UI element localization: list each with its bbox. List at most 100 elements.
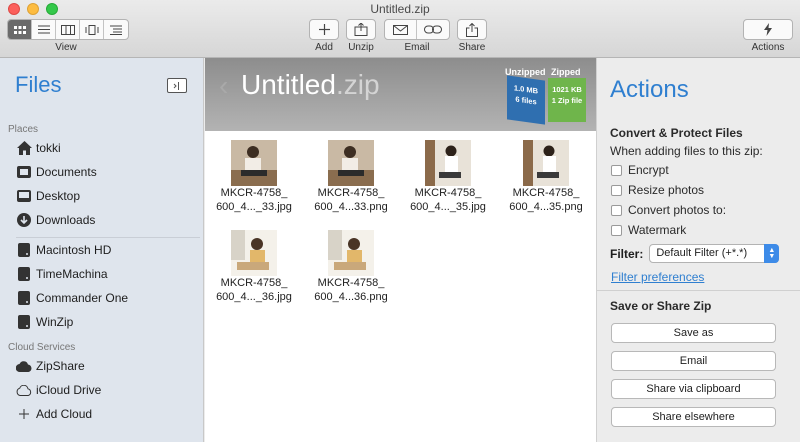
convert-photos-checkbox[interactable]: Convert photos to: bbox=[611, 203, 726, 217]
columns-icon bbox=[60, 24, 75, 35]
file-name-line1: MKCR-4758_ bbox=[220, 187, 288, 199]
file-name-line1: MKCR-4758_ bbox=[317, 277, 385, 289]
actions-panel: Actions Convert & Protect Files When add… bbox=[596, 58, 800, 442]
view-detail-button[interactable] bbox=[104, 20, 128, 39]
convert-protect-header: Convert & Protect Files bbox=[610, 126, 743, 140]
sidebar-item-label: Macintosh HD bbox=[36, 243, 112, 257]
checkbox-label: Resize photos bbox=[628, 183, 705, 197]
checkbox-box[interactable] bbox=[611, 164, 622, 176]
lightning-icon bbox=[764, 23, 772, 36]
downloads-icon bbox=[16, 212, 32, 228]
file-item[interactable]: MKCR-4758_ 600_4...35.png bbox=[501, 140, 591, 214]
sidebar-divider bbox=[16, 237, 200, 238]
view-columns-button[interactable] bbox=[56, 20, 80, 39]
watermark-checkbox[interactable]: Watermark bbox=[611, 223, 686, 237]
email-button[interactable] bbox=[385, 20, 418, 39]
grid-icon bbox=[13, 25, 26, 34]
places-header: Places bbox=[8, 124, 39, 135]
sidebar-item-add-cloud[interactable]: Add Cloud bbox=[16, 403, 92, 425]
save-as-button[interactable]: Save as bbox=[611, 323, 776, 343]
zip-title: Untitled.zip bbox=[241, 69, 380, 101]
sidebar-item-label: Documents bbox=[36, 165, 97, 179]
sidebar-item-downloads[interactable]: Downloads bbox=[16, 209, 95, 231]
filter-row: Filter: Default Filter (+*.*) ▲ ▼ bbox=[610, 244, 780, 263]
window-title: Untitled.zip bbox=[370, 2, 430, 16]
filter-label: Filter: bbox=[610, 246, 644, 261]
photo-thumbnail bbox=[328, 230, 374, 276]
resize-photos-checkbox[interactable]: Resize photos bbox=[611, 183, 704, 197]
convert-protect-subtitle: When adding files to this zip: bbox=[610, 144, 763, 158]
file-name-line1: MKCR-4758_ bbox=[220, 277, 288, 289]
actions-divider bbox=[597, 290, 800, 291]
sidebar-item-icloud-drive[interactable]: iCloud Drive bbox=[16, 379, 101, 401]
share-icon bbox=[466, 22, 478, 37]
sidebar-item-label: Downloads bbox=[36, 213, 96, 227]
view-coverflow-button[interactable] bbox=[80, 20, 104, 39]
zipped-count: 1 Zip file bbox=[551, 96, 583, 105]
home-icon bbox=[16, 140, 32, 156]
checkbox-label: Encrypt bbox=[628, 163, 669, 177]
file-name-line2: 600_4..._33.jpg bbox=[216, 201, 292, 213]
photo-thumbnail bbox=[425, 140, 471, 186]
app-window: Untitled.zip View Add Unzip Email Share … bbox=[0, 0, 800, 442]
coverflow-icon bbox=[85, 24, 98, 35]
zipped-size-badge: 1021 KB 1 Zip file bbox=[548, 78, 586, 122]
sidebar-item-label: Commander One bbox=[36, 291, 129, 305]
view-list-button[interactable] bbox=[32, 20, 56, 39]
share-clipboard-button[interactable]: Share via clipboard bbox=[611, 379, 776, 399]
file-item[interactable]: MKCR-4758_ 600_4..._35.jpg bbox=[403, 140, 493, 214]
sidebar-item-tokki[interactable]: tokki bbox=[16, 137, 61, 159]
file-name-line2: 600_4...33.png bbox=[314, 201, 388, 213]
actions-button[interactable] bbox=[743, 19, 793, 40]
link-button[interactable] bbox=[417, 20, 449, 39]
checkbox-box[interactable] bbox=[611, 184, 622, 196]
sidebar-item-desktop[interactable]: Desktop bbox=[16, 185, 80, 207]
sidebar-item-macintosh-hd[interactable]: Macintosh HD bbox=[16, 239, 111, 261]
view-mode-selector[interactable] bbox=[7, 19, 129, 40]
sidebar-item-zipshare[interactable]: ZipShare bbox=[16, 355, 85, 377]
zip-name: Untitled bbox=[241, 69, 336, 100]
file-item[interactable]: MKCR-4758_ 600_4...33.png bbox=[306, 140, 396, 214]
photo-thumbnail bbox=[231, 230, 277, 276]
photo-thumbnail bbox=[523, 140, 569, 186]
sidebar-title: Files bbox=[15, 72, 62, 97]
unzip-label: Unzip bbox=[348, 42, 374, 53]
sidebar-item-label: Desktop bbox=[36, 189, 81, 203]
encrypt-checkbox[interactable]: Encrypt bbox=[611, 163, 669, 177]
file-item[interactable]: MKCR-4758_ 600_4..._33.jpg bbox=[209, 140, 299, 214]
cloud-services-header: Cloud Services bbox=[8, 342, 76, 353]
view-icons-button[interactable] bbox=[8, 20, 32, 39]
file-name-line1: MKCR-4758_ bbox=[414, 187, 482, 199]
actions-label: Actions bbox=[751, 42, 785, 53]
share-button[interactable] bbox=[457, 19, 487, 40]
sidebar-toggle-button[interactable] bbox=[167, 78, 187, 93]
filter-preferences-link[interactable]: Filter preferences bbox=[611, 270, 704, 284]
email-segment[interactable] bbox=[384, 19, 450, 40]
add-button[interactable] bbox=[309, 19, 339, 40]
sidebar-item-documents[interactable]: Documents bbox=[16, 161, 97, 183]
checkbox-box[interactable] bbox=[611, 224, 622, 236]
save-share-header: Save or Share Zip bbox=[610, 299, 712, 313]
panel-toggle-icon bbox=[173, 81, 179, 90]
share-elsewhere-button[interactable]: Share elsewhere bbox=[611, 407, 776, 427]
file-name-line2: 600_4..._35.jpg bbox=[410, 201, 486, 213]
file-item[interactable]: MKCR-4758_ 600_4..._36.jpg bbox=[209, 230, 299, 304]
photo-thumbnail bbox=[328, 140, 374, 186]
checkbox-box[interactable] bbox=[611, 204, 622, 216]
sidebar: Files Places tokki Documents Desktop Dow… bbox=[0, 58, 204, 442]
unzip-button[interactable] bbox=[346, 19, 376, 40]
checkbox-label: Watermark bbox=[628, 223, 687, 237]
zipped-size: 1021 KB bbox=[552, 85, 582, 94]
sidebar-item-commander-one[interactable]: Commander One bbox=[16, 287, 128, 309]
envelope-icon bbox=[393, 24, 408, 35]
sidebar-item-winzip[interactable]: WinZip bbox=[16, 311, 73, 333]
file-name-line2: 600_4...36.png bbox=[314, 291, 388, 303]
cloud-icon bbox=[16, 358, 32, 374]
email-zip-button[interactable]: Email bbox=[611, 351, 776, 371]
back-arrow-icon[interactable]: ‹ bbox=[219, 70, 228, 102]
filter-select[interactable]: Default Filter (+*.*) ▲ ▼ bbox=[649, 244, 780, 263]
unzip-icon bbox=[354, 23, 368, 36]
sidebar-item-timemachina[interactable]: TimeMachina bbox=[16, 263, 108, 285]
select-arrows-icon: ▲ ▼ bbox=[764, 244, 780, 263]
file-item[interactable]: MKCR-4758_ 600_4...36.png bbox=[306, 230, 396, 304]
